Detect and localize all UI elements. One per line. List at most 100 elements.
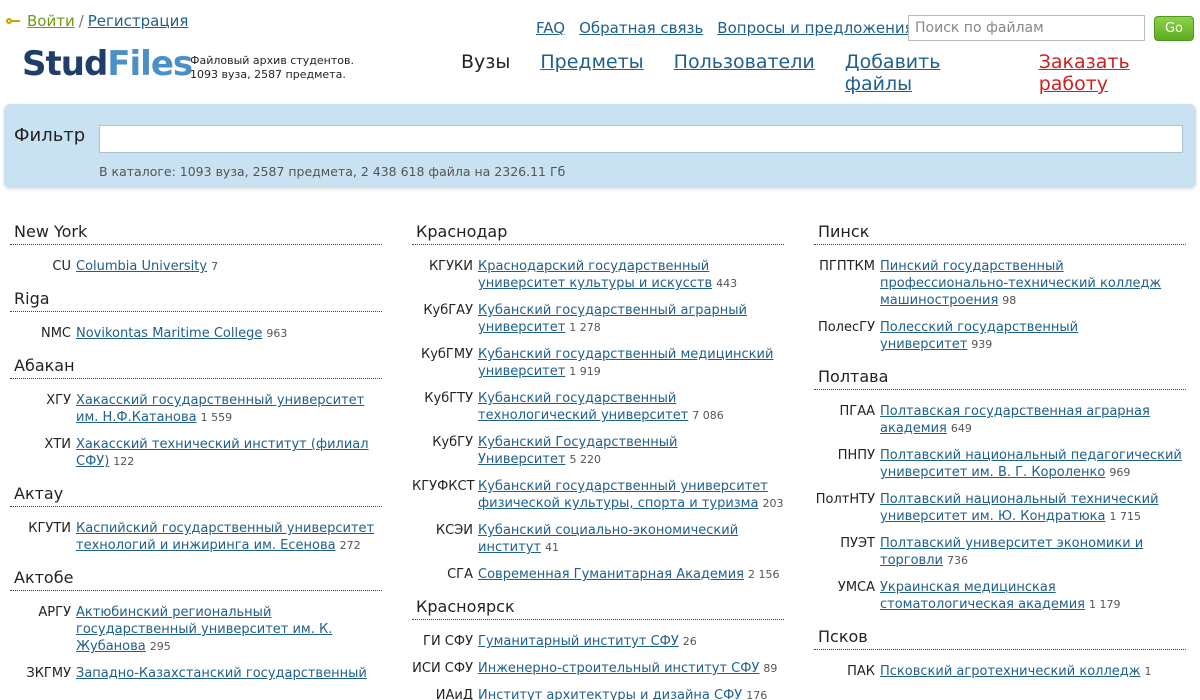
university-abbr: ИСИ СФУ [412, 661, 473, 676]
university-abbr: ПГАА [839, 404, 876, 419]
register-link[interactable]: Регистрация [88, 12, 189, 30]
university-entry: Полтавский национальный технический унив… [880, 491, 1186, 525]
file-count: 7 086 [692, 409, 724, 422]
university-link[interactable]: Украинская медицинская стоматологическая… [880, 580, 1085, 612]
university-link[interactable]: Пинский государственный профессионально-… [880, 259, 1161, 308]
university-link[interactable]: Кубанский государственный аграрный униве… [478, 303, 747, 335]
feedback-link[interactable]: Обратная связь [579, 19, 703, 37]
university-entry: Псковский агротехнический колледж 1 [880, 663, 1186, 680]
university-link[interactable]: Актюбинский региональный государственный… [76, 605, 332, 654]
university-row: ХГУ Хакасский государственный университет… [10, 392, 382, 426]
university-row: УМСА Украинская медицинская стоматологиче… [814, 579, 1186, 613]
university-link[interactable]: Novikontas Maritime College [76, 326, 262, 341]
university-entry: Хакасский технический институт (филиал С… [76, 436, 382, 470]
city-heading: Актау [10, 484, 382, 507]
university-abbr: ПолтНТУ [815, 492, 875, 507]
city-heading: Пинск [814, 222, 1186, 245]
key-icon [6, 17, 20, 25]
university-link[interactable]: Полтавский национальный педагогический у… [880, 448, 1182, 480]
university-row: ПГАА Полтавская государственная аграрная … [814, 403, 1186, 437]
site-tagline: Файловый архив студентов. 1093 вуза, 258… [190, 54, 354, 82]
university-row: ПУЭТ Полтавский университет экономики и т… [814, 535, 1186, 569]
university-link[interactable]: Каспийский государственный университет т… [76, 521, 374, 553]
city-heading: Riga [10, 289, 382, 312]
logo-part-files: Files [107, 44, 193, 84]
university-row: CU Columbia University 7 [10, 258, 382, 275]
nav-subjects[interactable]: Предметы [540, 51, 643, 95]
city-heading: New York [10, 222, 382, 245]
file-count: 1 [1144, 665, 1152, 678]
file-count: 98 [1002, 294, 1017, 307]
login-link[interactable]: Войти [27, 12, 75, 30]
filter-panel: Фильтр В каталоге: 1093 вуза, 2587 предм… [4, 104, 1196, 188]
file-count: 1 715 [1109, 510, 1141, 523]
university-entry: Columbia University 7 [76, 258, 382, 275]
university-link[interactable]: Кубанский государственный технологически… [478, 391, 688, 423]
file-count: 2 156 [748, 568, 780, 581]
university-abbr: NMC [40, 326, 71, 341]
university-abbr: CU [52, 259, 71, 274]
university-abbr: КубГУ [432, 435, 473, 450]
file-count: 272 [339, 539, 361, 552]
university-link[interactable]: Псковский агротехнический колледж [880, 664, 1140, 679]
nav-universities[interactable]: Вузы [461, 51, 510, 95]
university-row: ПГПТКМ Пинский государственный профессион… [814, 258, 1186, 309]
catalog-stats: В каталоге: 1093 вуза, 2587 предмета, 2 … [99, 164, 566, 179]
city-group: Пинск ПГПТКМ Пинский государственный профе… [814, 222, 1186, 353]
nav-users[interactable]: Пользователи [674, 51, 815, 95]
university-entry: Полесский государственный университет 939 [880, 319, 1186, 353]
university-link[interactable]: Западно-Казахстанский государственный [76, 666, 367, 681]
faq-link[interactable]: FAQ [536, 19, 565, 37]
university-entry: Каспийский государственный университет т… [76, 520, 382, 554]
university-link[interactable]: Кубанский государственный университет фи… [478, 479, 768, 511]
university-link[interactable]: Краснодарский государственный университе… [478, 259, 712, 291]
file-count: 295 [149, 640, 171, 653]
university-entry: Инженерно-строительный институт СФУ 89 [478, 660, 784, 677]
university-entry: Гуманитарный институт СФУ 26 [478, 633, 784, 650]
city-heading: Актобе [10, 568, 382, 591]
university-abbr: КубГТУ [424, 391, 473, 406]
university-entry: Кубанский государственный медицинский ун… [478, 346, 784, 380]
university-link[interactable]: Кубанский социально-экономический инстит… [478, 523, 738, 555]
file-count: 963 [266, 327, 288, 340]
search-input[interactable] [908, 15, 1145, 41]
column-3: Пинск ПГПТКМ Пинский государственный профе… [814, 222, 1186, 694]
city-group: Полтава ПГАА Полтавская государственная аг… [814, 367, 1186, 613]
university-link[interactable]: Гуманитарный институт СФУ [478, 634, 679, 649]
university-row: ХТИ Хакасский технический институт (филиа… [10, 436, 382, 470]
main-nav: Вузы Предметы Пользователи Добавить файл… [461, 51, 1200, 95]
questions-link[interactable]: Вопросы и предложения [717, 19, 913, 37]
university-entry: Полтавский университет экономики и торго… [880, 535, 1186, 569]
search-go-button[interactable]: Go [1154, 16, 1194, 41]
university-link[interactable]: Инженерно-строительный институт СФУ [478, 661, 759, 676]
file-count: 1 278 [569, 321, 601, 334]
university-entry: Кубанский Государственный Университет 5 2… [478, 434, 784, 468]
university-link[interactable]: Columbia University [76, 259, 207, 274]
university-row: КубГМУ Кубанский государственный медицинс… [412, 346, 784, 380]
nav-add-files[interactable]: Добавить файлы [845, 51, 1009, 95]
city-group: Псков ПАК Псковский агротехнический коллед… [814, 627, 1186, 680]
university-row: КубГТУ Кубанский государственный технолог… [412, 390, 784, 424]
university-link[interactable]: Кубанский государственный медицинский ун… [478, 347, 773, 379]
university-entry: Украинская медицинская стоматологическая… [880, 579, 1186, 613]
university-link[interactable]: Современная Гуманитарная Академия [478, 567, 744, 582]
university-entry: Краснодарский государственный университе… [478, 258, 784, 292]
university-abbr: ПНПУ [837, 448, 875, 463]
file-count: 122 [113, 455, 135, 468]
university-link[interactable]: Полтавская государственная аграрная акад… [880, 404, 1150, 436]
university-abbr: КСЭИ [435, 523, 473, 538]
university-row: ИСИ СФУ Инженерно-строительный институт С… [412, 660, 784, 677]
nav-order-work[interactable]: Заказать работу [1039, 51, 1200, 95]
city-group: Абакан ХГУ Хакасский государственный униве… [10, 356, 382, 470]
university-link[interactable]: Полтавский университет экономики и торго… [880, 536, 1143, 568]
city-group: Riga NMC Novikontas Maritime College 963 [10, 289, 382, 342]
site-logo[interactable]: StudFiles [22, 44, 193, 84]
university-row: КСЭИ Кубанский социально-экономический ин… [412, 522, 784, 556]
university-entry: Полтавская государственная аграрная акад… [880, 403, 1186, 437]
university-abbr: КГУКИ [428, 259, 473, 274]
filter-input[interactable] [99, 125, 1183, 153]
university-link[interactable]: Институт архитектуры и дизайна СФУ [478, 688, 742, 700]
file-count: 176 [746, 689, 768, 700]
university-row: СГА Современная Гуманитарная Академия 2 15… [412, 566, 784, 583]
file-count: 1 919 [569, 365, 601, 378]
